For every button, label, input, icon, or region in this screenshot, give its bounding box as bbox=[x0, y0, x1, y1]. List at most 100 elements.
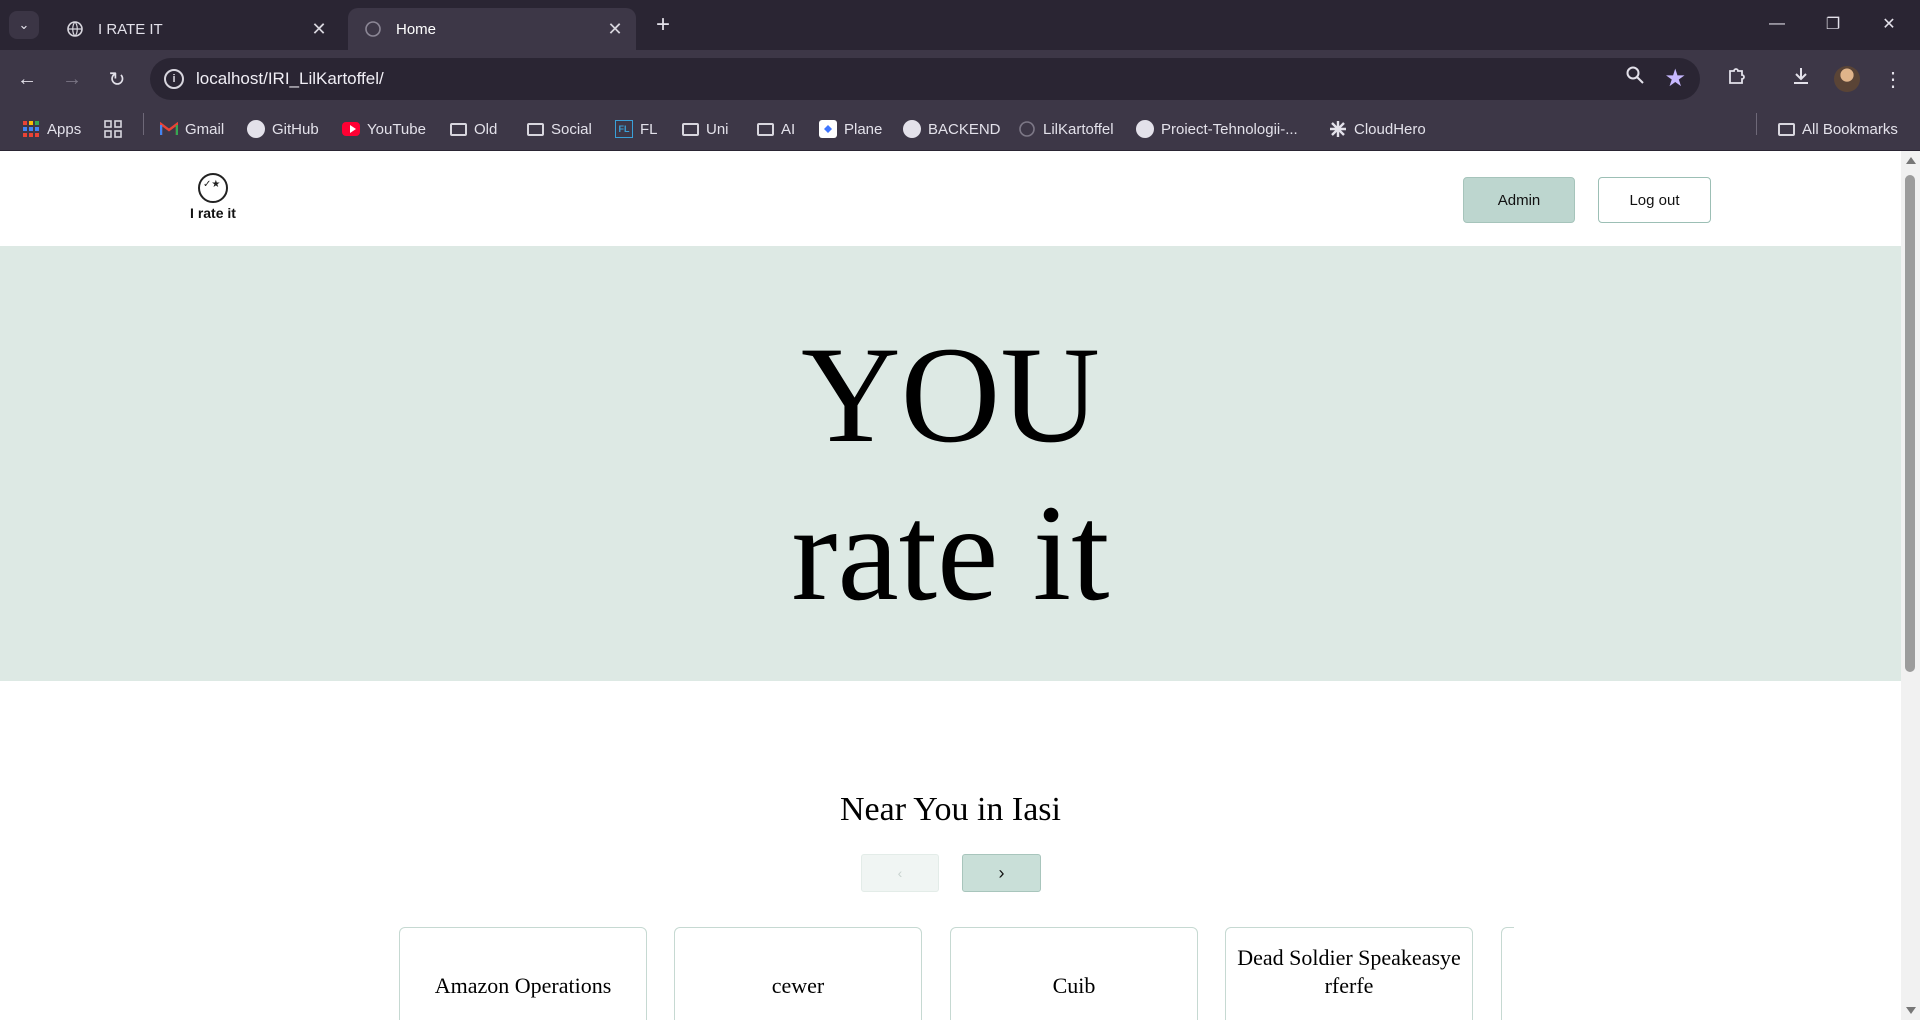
rating-badge-icon bbox=[198, 173, 228, 203]
new-tab-button[interactable]: + bbox=[650, 11, 676, 38]
bookmarks-divider bbox=[143, 113, 144, 135]
bookmark-tab-groups[interactable] bbox=[104, 108, 129, 150]
github-icon bbox=[903, 120, 921, 138]
apps-grid-icon bbox=[22, 120, 40, 138]
scroll-up-icon[interactable] bbox=[1906, 157, 1916, 164]
back-button[interactable]: ← bbox=[12, 64, 42, 94]
section-title: Near You in Iasi bbox=[840, 791, 1061, 828]
bookmark-cloudhero[interactable]: CloudHero bbox=[1329, 108, 1426, 150]
minimize-button[interactable]: — bbox=[1754, 9, 1800, 39]
bookmark-label: Old bbox=[474, 120, 498, 138]
carousel-prev-button[interactable]: ‹ bbox=[861, 854, 939, 892]
reload-button[interactable]: ↻ bbox=[102, 64, 132, 94]
tab-groups-icon bbox=[104, 120, 122, 138]
bookmark-star-icon[interactable]: ★ bbox=[1664, 64, 1686, 93]
admin-button[interactable]: Admin bbox=[1463, 177, 1575, 223]
tab-i-rate-it[interactable]: I RATE IT ✕ bbox=[50, 8, 340, 50]
bookmark-apps[interactable]: Apps bbox=[22, 108, 81, 150]
place-card[interactable] bbox=[1501, 927, 1514, 1020]
url-text[interactable]: localhost/IRI_LilKartoffel/ bbox=[196, 69, 384, 89]
places-carousel: Amazon Operations cewer Cuib Dead Soldie… bbox=[399, 927, 1514, 1020]
bookmark-plane[interactable]: Plane bbox=[819, 108, 882, 150]
page-scrollbar[interactable] bbox=[1901, 151, 1920, 1020]
tab-search-button[interactable]: ⌄ bbox=[9, 11, 39, 39]
bookmark-label: Social bbox=[551, 120, 592, 138]
globe-icon bbox=[1018, 120, 1036, 138]
all-bookmarks[interactable]: All Bookmarks bbox=[1777, 108, 1898, 150]
browser-toolbar: ← → ↻ i localhost/IRI_LilKartoffel/ ★ ⋮ bbox=[0, 50, 1920, 108]
bookmark-label: CloudHero bbox=[1354, 120, 1426, 138]
bookmark-github[interactable]: GitHub bbox=[247, 108, 319, 150]
chevron-down-icon: ⌄ bbox=[18, 17, 30, 32]
bookmark-lilkartoffel[interactable]: LilKartoffel bbox=[1018, 108, 1114, 150]
bookmark-label: Apps bbox=[47, 120, 82, 138]
logo-text: I rate it bbox=[190, 205, 236, 221]
hero-banner: YOU rate it bbox=[0, 246, 1901, 681]
place-card[interactable]: Amazon Operations bbox=[399, 927, 647, 1020]
bookmarks-divider bbox=[1756, 113, 1757, 135]
arrow-right-icon: → bbox=[62, 67, 82, 90]
site-logo[interactable]: I rate it bbox=[188, 173, 238, 221]
bookmark-label: Uni bbox=[706, 120, 729, 138]
profile-avatar[interactable] bbox=[1834, 66, 1860, 92]
extensions-button[interactable] bbox=[1721, 64, 1751, 94]
youtube-icon bbox=[342, 120, 360, 138]
bookmark-label: LilKartoffel bbox=[1043, 120, 1114, 138]
folder-icon bbox=[449, 120, 467, 138]
place-name: Cuib bbox=[1052, 973, 1096, 998]
bookmark-folder-old[interactable]: Old bbox=[449, 108, 497, 150]
arrow-left-icon: ← bbox=[17, 67, 37, 90]
minimize-icon: — bbox=[1769, 15, 1785, 32]
tab-home[interactable]: Home ✕ bbox=[348, 8, 636, 50]
scrollbar-thumb[interactable] bbox=[1905, 175, 1915, 672]
tab-strip: ⌄ I RATE IT ✕ Home ✕ + — ❐ ✕ bbox=[0, 0, 1920, 50]
place-name: cewer bbox=[771, 973, 825, 998]
bookmark-proiect[interactable]: Proiect-Tehnologii-... bbox=[1136, 108, 1298, 150]
bookmark-youtube[interactable]: YouTube bbox=[342, 108, 426, 150]
restore-button[interactable]: ❐ bbox=[1810, 9, 1856, 39]
bookmark-folder-social[interactable]: Social bbox=[526, 108, 592, 150]
restore-icon: ❐ bbox=[1825, 16, 1841, 33]
folder-icon bbox=[756, 120, 774, 138]
place-card[interactable]: cewer bbox=[674, 927, 922, 1020]
bookmark-backend[interactable]: BACKEND bbox=[903, 108, 1001, 150]
place-card[interactable]: Cuib bbox=[950, 927, 1198, 1020]
bookmark-folder-uni[interactable]: Uni bbox=[681, 108, 729, 150]
gmail-icon bbox=[160, 120, 178, 138]
site-info-icon[interactable]: i bbox=[164, 69, 184, 89]
forward-button[interactable]: → bbox=[57, 64, 87, 94]
tab-title: Home bbox=[396, 20, 437, 38]
close-tab-icon[interactable]: ✕ bbox=[306, 16, 332, 42]
close-tab-icon[interactable]: ✕ bbox=[602, 16, 628, 42]
all-bookmarks-label: All Bookmarks bbox=[1802, 120, 1898, 138]
bookmark-gmail[interactable]: Gmail bbox=[160, 108, 224, 150]
close-window-button[interactable]: ✕ bbox=[1866, 9, 1912, 39]
zoom-icon[interactable] bbox=[1626, 66, 1644, 89]
bookmark-label: FL bbox=[640, 120, 658, 138]
folder-icon bbox=[526, 120, 544, 138]
plane-icon bbox=[819, 120, 837, 138]
bookmark-label: GitHub bbox=[272, 120, 319, 138]
place-card[interactable]: Dead Soldier Speakeasye rferfe bbox=[1225, 927, 1473, 1020]
bookmark-fl[interactable]: FL FL bbox=[615, 108, 658, 150]
folder-icon bbox=[1777, 120, 1795, 138]
bookmark-folder-ai[interactable]: AI bbox=[756, 108, 795, 150]
hero-title-line1: YOU bbox=[801, 318, 1100, 471]
kebab-menu-icon: ⋮ bbox=[1883, 68, 1903, 91]
cloudhero-icon bbox=[1329, 120, 1347, 138]
site-logo-icon bbox=[364, 20, 382, 38]
menu-button[interactable]: ⋮ bbox=[1878, 64, 1908, 94]
carousel-next-button[interactable]: › bbox=[962, 854, 1041, 892]
puzzle-icon bbox=[1726, 66, 1746, 92]
download-icon bbox=[1791, 66, 1811, 92]
address-bar[interactable]: i localhost/IRI_LilKartoffel/ ★ bbox=[150, 58, 1700, 100]
github-icon bbox=[1136, 120, 1154, 138]
logout-button[interactable]: Log out bbox=[1598, 177, 1711, 223]
github-icon bbox=[247, 120, 265, 138]
plus-icon: + bbox=[655, 11, 670, 38]
downloads-button[interactable] bbox=[1786, 64, 1816, 94]
bookmark-label: Gmail bbox=[185, 120, 225, 138]
bookmark-label: YouTube bbox=[367, 120, 426, 138]
bookmarks-bar: Apps Gmail GitHub YouTube Old Social FL … bbox=[0, 108, 1920, 151]
scroll-down-icon[interactable] bbox=[1906, 1007, 1916, 1014]
